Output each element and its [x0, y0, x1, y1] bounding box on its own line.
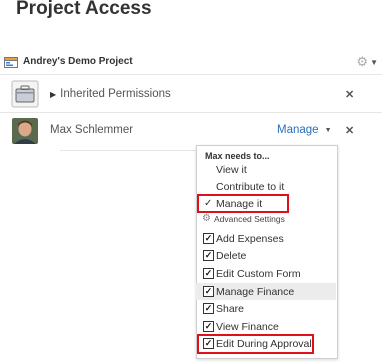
- permission-add-expenses[interactable]: ✓ Add Expenses: [196, 230, 336, 247]
- gear-icon: ⚙: [202, 213, 211, 224]
- divider: [0, 112, 382, 113]
- caret-right-icon: ▶: [50, 89, 57, 99]
- checkbox[interactable]: ✓: [203, 303, 214, 314]
- project-icon: [4, 55, 18, 68]
- divider: [0, 74, 382, 75]
- project-name: Andrey's Demo Project: [23, 55, 133, 67]
- checkbox[interactable]: ✓: [203, 250, 214, 261]
- project-header: Andrey's Demo Project: [4, 52, 133, 70]
- permission-delete[interactable]: ✓ Delete: [196, 247, 336, 264]
- permission-edit-custom-form[interactable]: ✓ Edit Custom Form: [196, 265, 336, 282]
- checkbox[interactable]: ✓: [203, 233, 214, 244]
- role-label: Manage: [277, 124, 319, 136]
- checkbox[interactable]: ✓: [203, 268, 214, 279]
- gear-icon: ⚙: [356, 54, 369, 69]
- avatar: [12, 118, 38, 144]
- advanced-settings-label: ⚙ Advanced Settings: [202, 213, 285, 224]
- briefcase-icon: [11, 80, 39, 108]
- role-dropdown[interactable]: Manage ▼: [277, 124, 332, 136]
- user-name: Max Schlemmer: [50, 124, 134, 136]
- permission-view-finance[interactable]: ✓ View Finance: [196, 318, 336, 335]
- inherited-permissions-toggle[interactable]: ▶ Inherited Permissions: [50, 88, 171, 100]
- checkbox[interactable]: ✓: [203, 286, 214, 297]
- permission-share[interactable]: ✓ Share: [196, 300, 336, 317]
- menu-heading: Max needs to...: [205, 151, 270, 161]
- page-title: Project Access: [16, 0, 152, 19]
- checkbox[interactable]: ✓: [203, 321, 214, 332]
- project-settings-button[interactable]: ⚙ ▼: [356, 54, 378, 70]
- permission-manage-finance[interactable]: ✓ Manage Finance: [196, 283, 336, 300]
- chevron-down-icon: ▼: [370, 57, 378, 67]
- inherited-permissions-label: Inherited Permissions: [60, 88, 171, 100]
- chevron-down-icon: ▼: [324, 126, 332, 134]
- menu-item-contribute[interactable]: Contribute to it: [196, 178, 336, 195]
- menu-item-view[interactable]: View it: [196, 161, 336, 178]
- close-icon[interactable]: ✕: [345, 88, 354, 101]
- close-icon[interactable]: ✕: [345, 124, 354, 137]
- highlight-box-edit-during-approval: [197, 334, 314, 354]
- highlight-box-manage: [197, 194, 289, 213]
